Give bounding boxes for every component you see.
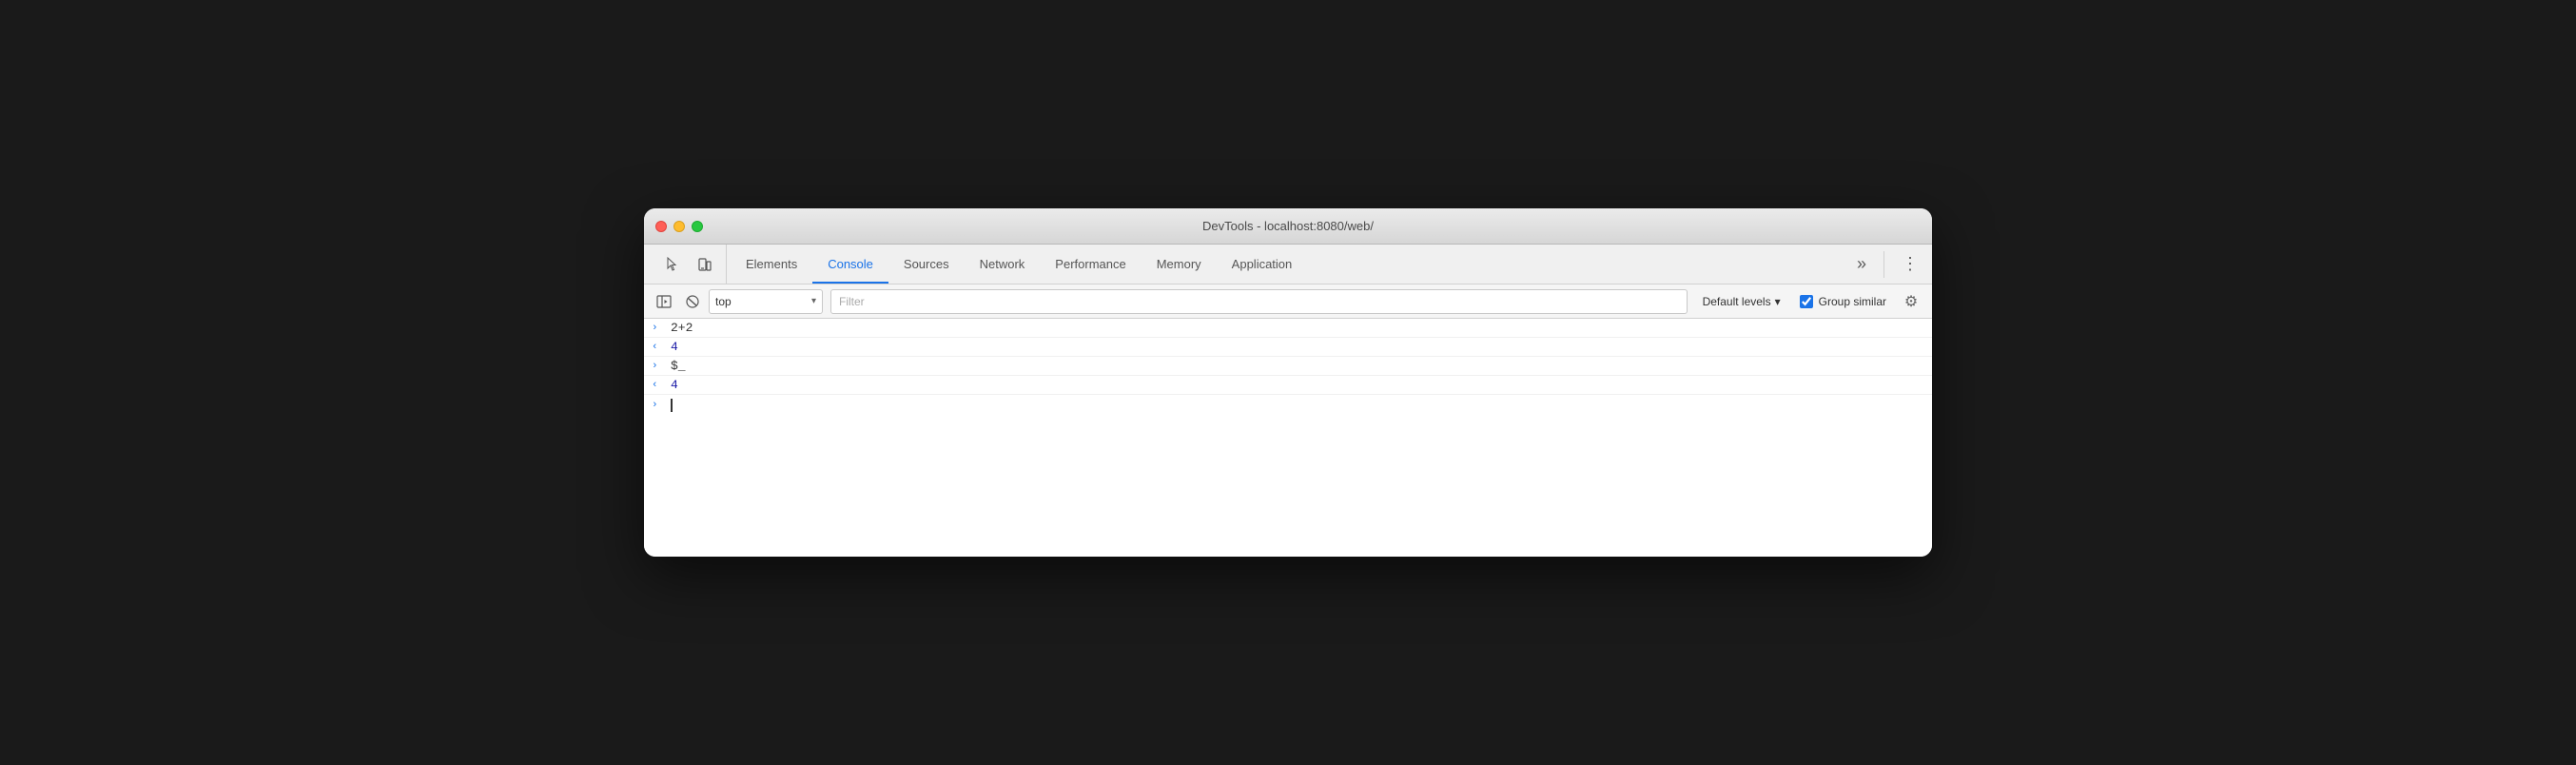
title-bar: DevTools - localhost:8080/web/ [644,208,1932,245]
expand-arrow-icon[interactable]: › [652,323,665,334]
devtools-window: DevTools - localhost:8080/web/ Elemen [644,208,1932,557]
console-result-value: 4 [671,340,678,354]
levels-chevron-icon: ▾ [1775,295,1781,308]
tab-performance[interactable]: Performance [1040,245,1141,284]
inspect-element-button[interactable] [659,251,686,278]
tab-elements[interactable]: Elements [731,245,812,284]
console-settings-button[interactable]: ⚙ [1898,288,1924,315]
window-title: DevTools - localhost:8080/web/ [1202,219,1374,233]
context-label: top [715,295,808,308]
default-levels-button[interactable]: Default levels ▾ [1695,289,1788,314]
console-row: › 2+2 [644,319,1932,338]
device-icon [697,257,712,272]
maximize-button[interactable] [692,221,703,232]
tab-memory[interactable]: Memory [1142,245,1217,284]
expand-arrow-icon[interactable]: › [652,361,665,372]
gear-icon: ⚙ [1904,292,1918,311]
sidebar-icon [656,294,672,309]
result-arrow-icon: ‹ [652,380,665,391]
tab-bar-icons [652,245,727,284]
tab-sources[interactable]: Sources [888,245,965,284]
group-similar-label: Group similar [1819,295,1886,308]
tab-bar: Elements Console Sources Network Perform… [644,245,1932,284]
devtools-menu-button[interactable]: ⋮ [1896,250,1924,278]
clear-console-button[interactable] [680,289,705,314]
console-entry-value: $_ [671,359,686,373]
result-arrow-icon: ‹ [652,342,665,353]
chevron-down-icon: ▾ [811,296,816,306]
group-similar-checkbox[interactable] [1800,295,1813,308]
console-result-value: 4 [671,378,678,392]
traffic-lights [655,221,703,232]
console-row: › $_ [644,357,1932,376]
more-tabs-button[interactable]: » [1851,250,1872,278]
console-toolbar: top ▾ Default levels ▾ Group similar ⚙ [644,284,1932,319]
tab-application[interactable]: Application [1217,245,1308,284]
close-button[interactable] [655,221,667,232]
group-similar-checkbox-area[interactable]: Group similar [1792,295,1894,308]
minimize-button[interactable] [673,221,685,232]
console-row: ‹ 4 [644,376,1932,395]
device-toolbar-button[interactable] [692,251,718,278]
toggle-sidebar-button[interactable] [652,289,676,314]
context-selector[interactable]: top ▾ [709,289,823,314]
tab-network[interactable]: Network [965,245,1041,284]
cursor-icon [665,257,680,272]
console-cursor [671,399,673,412]
clear-icon [685,294,700,309]
filter-input[interactable] [830,289,1688,314]
console-row: ‹ 4 [644,338,1932,357]
tab-console[interactable]: Console [812,245,888,284]
prompt-arrow-icon: › [652,400,665,411]
console-entry-value: 2+2 [671,321,693,335]
tabs-container: Elements Console Sources Network Perform… [731,245,1844,284]
separator [1883,251,1884,278]
console-output: › 2+2 ‹ 4 › $_ ‹ 4 › [644,319,1932,557]
console-prompt-row[interactable]: › [644,395,1932,416]
tab-bar-right: » ⋮ [1844,245,1924,284]
